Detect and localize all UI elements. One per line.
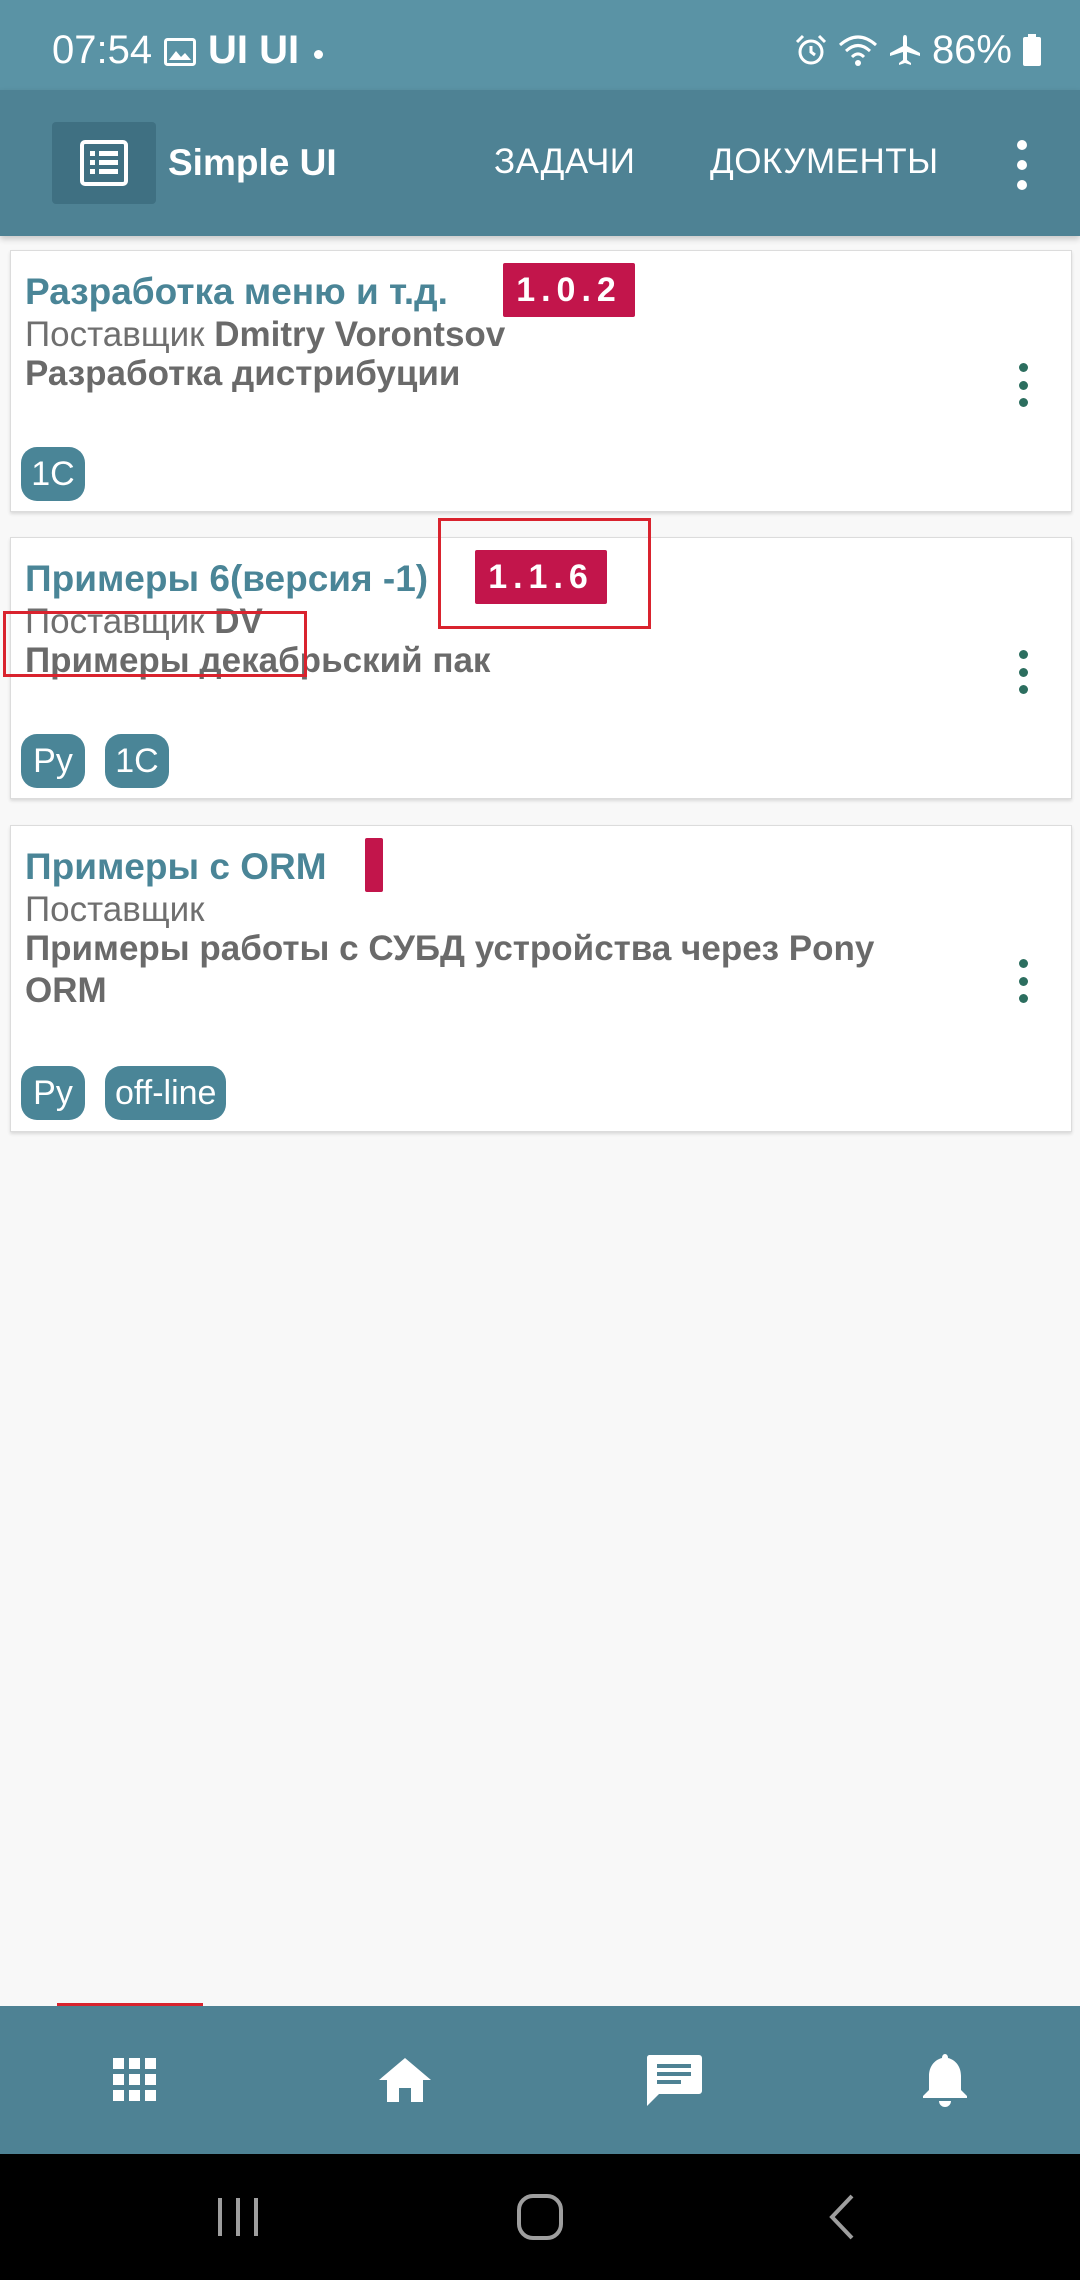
- bell-icon: [923, 2054, 967, 2107]
- more-vertical-icon[interactable]: [1004, 140, 1040, 190]
- card-description: Разработка дистрибуции: [25, 354, 461, 393]
- list-item[interactable]: Примеры 6(версия -1) 1.1.6 Поставщик DV …: [10, 537, 1072, 799]
- tag-list: Py 1C: [21, 734, 169, 788]
- version-badge: 1.0.2: [503, 263, 635, 317]
- status-dot: [314, 50, 323, 59]
- supplier-line: Поставщик Dmitry Vorontsov: [25, 317, 505, 352]
- status-notification-apps: UI UI: [208, 28, 300, 72]
- battery-percent: 86%: [931, 28, 1012, 72]
- tag-list: Py off-line: [21, 1066, 227, 1120]
- alarm-icon: [795, 34, 826, 65]
- status-right-group: 86%: [794, 28, 1042, 72]
- more-vertical-icon[interactable]: [1016, 363, 1030, 407]
- chat-icon: [646, 2055, 702, 2106]
- card-description: Примеры работы с СУБД устройства через P…: [25, 929, 875, 1010]
- recent-apps-icon: [218, 2198, 258, 2236]
- home-icon: [379, 2058, 431, 2102]
- supplier-label: Поставщик: [25, 315, 205, 354]
- image-icon: [164, 38, 196, 66]
- nav-messages[interactable]: [604, 2006, 744, 2154]
- wifi-icon: [838, 35, 877, 66]
- nav-notifications[interactable]: [875, 2006, 1015, 2154]
- home-square-icon: [517, 2194, 563, 2240]
- home-system-button[interactable]: [500, 2184, 580, 2250]
- tag: 1C: [21, 447, 85, 501]
- tab-documents[interactable]: ДОКУМЕНТЫ: [710, 144, 939, 179]
- bottom-navigation: [0, 2006, 1080, 2154]
- more-vertical-icon[interactable]: [1016, 650, 1030, 694]
- more-vertical-icon[interactable]: [1016, 959, 1030, 1003]
- nav-apps[interactable]: [65, 2006, 205, 2154]
- card-title: Примеры 6(версия -1): [25, 558, 429, 599]
- nav-home[interactable]: [335, 2006, 475, 2154]
- card-title: Разработка меню и т.д.: [25, 271, 448, 312]
- status-time: 07:54: [52, 28, 153, 72]
- supplier-label: Поставщик: [25, 890, 205, 929]
- supplier-name: Dmitry Vorontsov: [214, 315, 506, 354]
- supplier-line: Поставщик DV: [25, 604, 263, 639]
- list-item[interactable]: Примеры с ORM Поставщик Примеры работы с…: [10, 825, 1072, 1132]
- apps-grid-icon: [113, 2058, 156, 2101]
- tag: 1C: [105, 734, 169, 788]
- app-logo: [52, 122, 156, 204]
- tag: Py: [21, 1066, 85, 1120]
- back-chevron-icon: [829, 2194, 854, 2240]
- airplane-icon: [889, 35, 920, 65]
- back-button[interactable]: [802, 2184, 882, 2250]
- supplier-label: Поставщик: [25, 602, 205, 641]
- supplier-name: DV: [214, 602, 263, 641]
- status-bar: 07:54 UI UI 86%: [0, 0, 1080, 90]
- supplier-line: Поставщик: [25, 892, 204, 927]
- version-badge: [365, 838, 383, 892]
- recent-apps-button[interactable]: [198, 2184, 278, 2250]
- tag: Py: [21, 734, 85, 788]
- tag-list: 1C: [21, 447, 85, 501]
- card-description: Примеры декабрьский пак: [25, 641, 491, 680]
- app-bar: Simple UI ЗАДАЧИ ДОКУМЕНТЫ: [0, 90, 1080, 236]
- card-title: Примеры с ORM: [25, 846, 327, 887]
- battery-icon: [1023, 34, 1041, 66]
- system-navigation-bar: [0, 2154, 1080, 2280]
- list-item[interactable]: Разработка меню и т.д. 1.0.2 Поставщик D…: [10, 250, 1072, 512]
- tag: off-line: [105, 1066, 227, 1120]
- app-title: Simple UI: [168, 142, 337, 183]
- list-icon: [80, 140, 128, 186]
- tab-tasks[interactable]: ЗАДАЧИ: [494, 144, 635, 179]
- version-badge: 1.1.6: [475, 550, 607, 604]
